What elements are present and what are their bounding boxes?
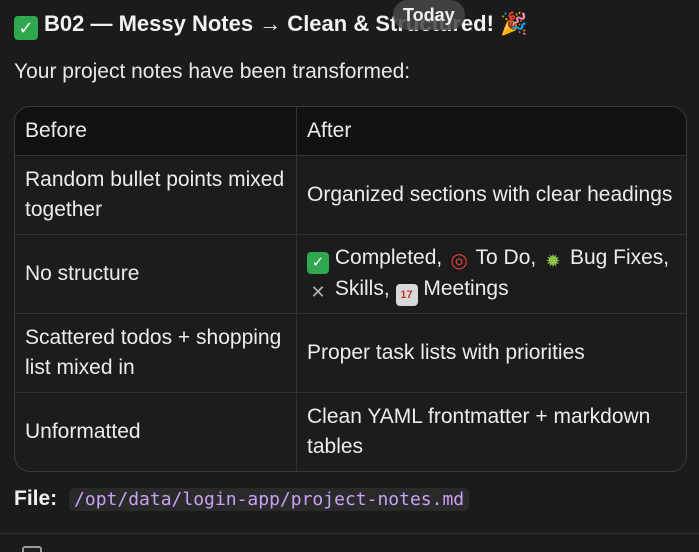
category-meetings: Meetings [423,276,509,300]
category-completed: Completed, [334,245,443,269]
party-popper-icon: 🎉 [500,11,528,36]
table-header-after: After [296,107,686,156]
category-todo: To Do, [475,245,537,269]
table-cell-before: Scattered todos + shopping list mixed in [15,313,297,393]
today-date-pill: Today [393,0,465,30]
table-cell-before: Random bullet points mixed together [15,155,297,235]
table-cell-before: Unformatted [15,392,297,471]
table-cell-after: Clean YAML frontmatter + markdown tables [307,405,651,458]
file-label: File: [14,487,58,510]
table-cell-after: Proper task lists with priorities [296,313,686,393]
file-path-line: File: /opt/data/login-app/project-notes.… [14,487,470,511]
intro-text: Your project notes have been transformed… [14,60,411,83]
copy-icon[interactable] [22,546,42,552]
check-icon: ✓ [14,16,38,40]
file-path-code[interactable]: /opt/data/login-app/project-notes.md [69,488,470,511]
table-row: No structure ✓ Completed, ◎ To Do, ✹ Bug… [15,234,686,314]
table-header-before: Before [15,107,297,156]
table-cell-before: No structure [15,234,297,314]
calendar-icon: 17 [395,283,418,306]
bug-icon: ✹ [542,249,565,272]
table-row: Scattered todos + shopping list mixed in… [15,313,686,393]
category-bug-fixes: Bug Fixes, [569,245,670,269]
table-row: Random bullet points mixed together Orga… [15,155,686,235]
category-skills: Skills, [334,276,390,300]
table-cell-after: ✓ Completed, ◎ To Do, ✹ Bug Fixes, ✕ Ski… [296,234,686,314]
table-row: Unformatted Clean YAML frontmatter + mar… [15,392,686,471]
chat-message-frame: ✓ B02 — Messy Notes → Clean & Structured!… [0,0,699,552]
check-icon: ✓ [307,251,329,274]
tools-icon: ✕ [307,280,329,303]
comparison-table: Before After Random bullet points mixed … [14,106,687,472]
table-cell-after: Organized sections with clear headings [296,155,686,235]
target-icon: ◎ [448,249,471,272]
divider [0,533,699,534]
